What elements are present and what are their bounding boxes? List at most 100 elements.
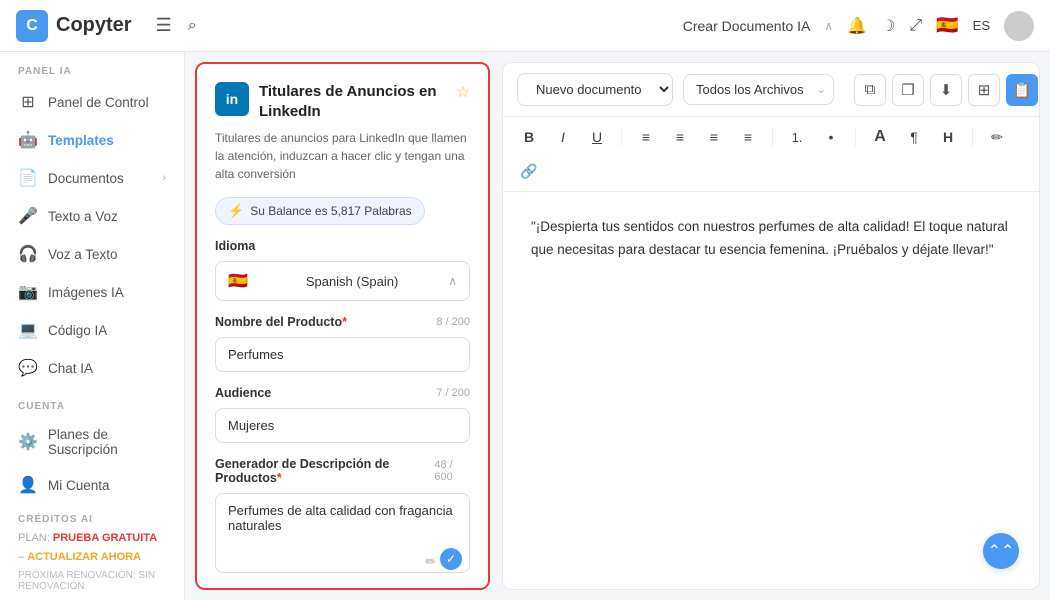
chat-icon: 💬 [18,358,38,378]
descripcion-wrapper: ✏ ✓ [215,493,470,578]
idioma-value: Spanish (Spain) [306,274,399,289]
balance-text: Su Balance es 5,817 Palabras [250,204,411,218]
dark-mode-icon[interactable]: ☽ [881,16,895,36]
plan-separator: – [18,551,27,563]
nombre-label: Nombre del Producto* 8 / 200 [215,315,470,329]
form-title: Titulares de Anuncios en LinkedIn [259,82,446,121]
plan-type: PRUEBA GRATUITA [53,532,157,544]
italic-button[interactable]: I [551,125,575,149]
sidebar: PANEL IA ⊞ Panel de Control 🤖 Templates … [0,52,185,600]
divider2 [772,128,773,146]
creditos-label: CRÉDITOS AI [18,514,166,529]
share-doc-button[interactable]: ⊞ [968,74,1000,106]
bold-button[interactable]: B [517,125,541,149]
nombre-input[interactable] [215,337,470,372]
form-header: in Titulares de Anuncios en LinkedIn ☆ [215,82,470,121]
main-layout: PANEL IA ⊞ Panel de Control 🤖 Templates … [0,52,1050,600]
plan-text: PLAN: [18,532,53,544]
divider [621,128,622,146]
star-icon[interactable]: ☆ [456,82,470,102]
toolbar-icons: ⧉ ❐ ⬇ ⊞ 📋 [854,74,1038,106]
check-icon[interactable]: ✓ [440,548,462,570]
nav-icons: ☰ ⌕ [156,15,197,36]
user-icon: 👤 [18,475,38,495]
ordered-list-button[interactable]: 1. [785,125,809,149]
mic-icon: 🎤 [18,206,38,226]
logo-icon: C [16,10,48,42]
balance-badge: ⚡ Su Balance es 5,817 Palabras [215,197,425,225]
sidebar-item-chat-ia[interactable]: 💬 Chat IA [0,349,184,387]
editor-panel: Nuevo documento Todos los Archivos ⌄ ⧉ ❐… [502,62,1040,590]
todos-archivos-select[interactable]: Todos los Archivos [683,74,834,105]
plan-action-button[interactable]: ACTUALIZAR AHORA [27,551,141,563]
notification-icon[interactable]: 🔔 [847,16,867,36]
crear-chevron-icon: ∧ [824,19,833,33]
cuenta-label: CUENTA [0,387,184,418]
sidebar-item-label: Mi Cuenta [48,478,110,493]
sidebar-item-panel-control[interactable]: ⊞ Panel de Control [0,83,184,121]
scroll-to-top-button[interactable]: ⌃⌃ [983,533,1019,569]
audience-char-count: 7 / 200 [436,387,470,399]
ai-icon: 🤖 [18,130,38,150]
editor-body[interactable]: "¡Despierta tus sentidos con nuestros pe… [503,192,1039,589]
duplicate-doc-button[interactable]: ❐ [892,74,924,106]
divider3 [855,128,856,146]
sidebar-item-label: Planes de Suscripción [48,427,166,457]
unordered-list-button[interactable]: • [819,125,843,149]
form-description: Titulares de anuncios para LinkedIn que … [215,129,470,183]
audience-label: Audience 7 / 200 [215,386,470,400]
headphone-icon: 🎧 [18,244,38,264]
align-center-button[interactable]: ≡ [668,125,692,149]
copy-doc-button[interactable]: ⧉ [854,74,886,106]
underline-button[interactable]: U [585,125,609,149]
audience-input[interactable] [215,408,470,443]
sidebar-item-texto-a-voz[interactable]: 🎤 Texto a Voz [0,197,184,235]
logo-box[interactable]: C Copyter [16,10,132,42]
fullscreen-icon[interactable]: ⤢ [909,17,922,35]
align-left-button[interactable]: ≡ [634,125,658,149]
divider4 [972,128,973,146]
chevron-right-icon: › [162,172,166,184]
renovacion-text: PRÓXIMA RENOVACIÓN: SIN RENOVACIÓN [18,570,166,592]
sidebar-item-label: Panel de Control [48,95,149,110]
sidebar-item-label: Chat IA [48,361,93,376]
lightning-icon: ⚡ [228,203,244,219]
nav-right: Crear Documento IA ∧ 🔔 ☽ ⤢ 🇪🇸 ES [683,11,1034,41]
font-size-button[interactable]: A [868,125,892,149]
descripcion-char-count: 48 / 600 [434,459,470,483]
avatar[interactable] [1004,11,1034,41]
pen-icon[interactable]: ✏ [425,554,436,570]
sidebar-item-mi-cuenta[interactable]: 👤 Mi Cuenta [0,466,184,504]
sidebar-item-planes[interactable]: ⚙️ Planes de Suscripción [0,418,184,466]
nuevo-documento-select[interactable]: Nuevo documento [517,73,673,106]
lang-code[interactable]: ES [973,18,990,33]
idioma-select[interactable]: 🇪🇸 Spanish (Spain) ∧ [215,261,470,301]
sidebar-bottom: CRÉDITOS AI PLAN: PRUEBA GRATUITA – ACTU… [0,504,184,600]
code-icon: 💻 [18,320,38,340]
chevron-up-icon: ∧ [448,274,457,288]
sidebar-item-documentos[interactable]: 📄 Documentos › [0,159,184,197]
flag-icon: 🇪🇸 [228,271,248,291]
download-doc-button[interactable]: ⬇ [930,74,962,106]
gear-icon: ⚙️ [18,432,38,452]
linkedin-icon: in [215,82,249,116]
sidebar-item-templates[interactable]: 🤖 Templates [0,121,184,159]
menu-icon[interactable]: ☰ [156,15,172,36]
sidebar-item-codigo-ia[interactable]: 💻 Código IA [0,311,184,349]
clipboard-doc-button[interactable]: 📋 [1006,74,1038,106]
heading-button[interactable]: H [936,125,960,149]
crear-documento-label[interactable]: Crear Documento IA [683,18,811,34]
descripcion-label: Generador de Descripción de Productos* 4… [215,457,470,485]
sidebar-item-voz-a-texto[interactable]: 🎧 Voz a Texto [0,235,184,273]
brush-button[interactable]: ✏ [985,125,1009,149]
sidebar-item-imagenes-ia[interactable]: 📷 Imágenes IA [0,273,184,311]
sidebar-item-label: Imágenes IA [48,285,124,300]
align-justify-button[interactable]: ≡ [736,125,760,149]
link-button[interactable]: 🔗 [517,159,541,183]
sidebar-item-label: Voz a Texto [48,247,118,262]
camera-icon: 📷 [18,282,38,302]
paragraph-button[interactable]: ¶ [902,125,926,149]
align-right-button[interactable]: ≡ [702,125,726,149]
search-icon[interactable]: ⌕ [188,17,197,35]
plan-info: PLAN: PRUEBA GRATUITA – ACTUALIZAR AHORA [18,529,166,566]
